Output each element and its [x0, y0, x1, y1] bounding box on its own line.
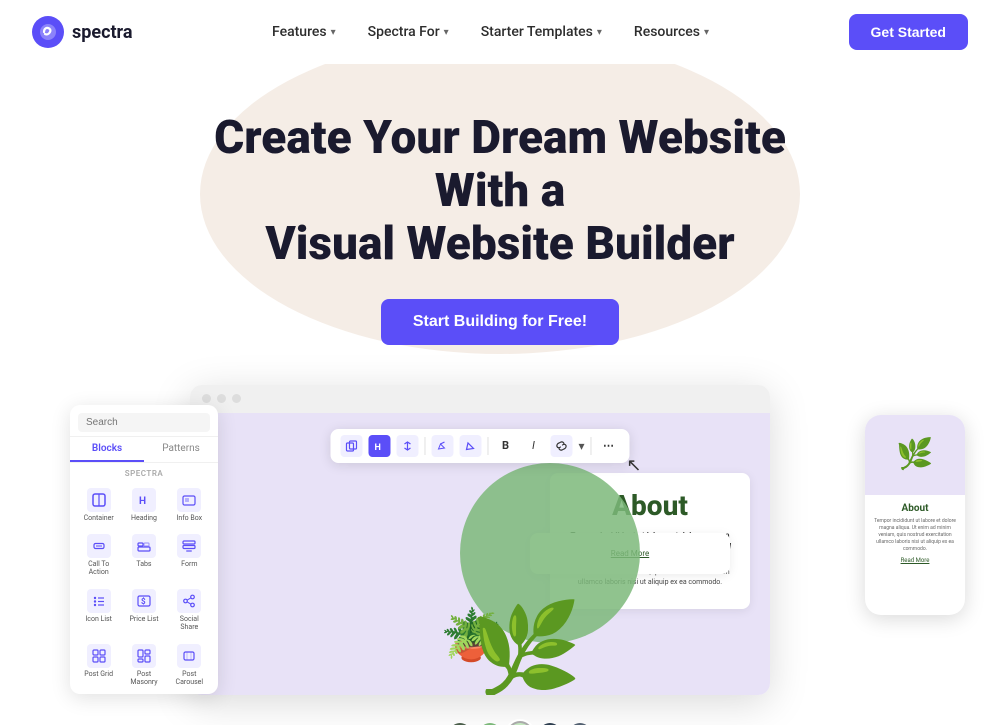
toolbar-edit-icon[interactable]	[459, 435, 481, 457]
swatch-dark-green[interactable]	[449, 723, 471, 725]
panel-search-area: 🔍	[70, 405, 218, 437]
hero-content: Create Your Dream Website With a Visual …	[20, 112, 980, 385]
toolbar-divider	[424, 437, 425, 455]
heading-icon: H	[132, 488, 156, 512]
panel-tabs: Blocks Patterns	[70, 437, 218, 463]
phone-plant-icon: 🌿	[896, 437, 933, 472]
phone-mockup: 🌿 About Tempor incididunt ut labore et d…	[865, 415, 965, 615]
nav-features[interactable]: Features ▾	[260, 16, 348, 48]
swatch-medium-green[interactable]	[479, 723, 501, 725]
panel-item-info-box[interactable]: Info Box	[169, 484, 210, 526]
toolbar-italic-icon[interactable]: I	[522, 435, 544, 457]
hero-section: Create Your Dream Website With a Visual …	[0, 64, 1000, 725]
panel-item-form[interactable]: Form	[169, 530, 210, 581]
toolbar-more-chevron[interactable]: ▾	[578, 439, 584, 453]
browser-dot-yellow	[217, 394, 226, 403]
chevron-down-icon: ▾	[331, 27, 336, 38]
container-icon	[87, 488, 111, 512]
swatch-medium-blue[interactable]	[569, 723, 591, 725]
svg-text:H: H	[139, 496, 146, 507]
cursor-icon: ↖	[626, 455, 641, 476]
blocks-panel: 🔍 Blocks Patterns SPECTRA Container H	[70, 405, 218, 695]
chevron-down-icon: ▾	[704, 27, 709, 38]
get-started-button[interactable]: Get Started	[849, 14, 968, 50]
toolbar-heading-icon[interactable]: H	[368, 435, 390, 457]
toolbar-divider-2	[487, 437, 488, 455]
toolbar-link-icon[interactable]	[550, 435, 572, 457]
toolbar-bold-icon[interactable]: B	[494, 435, 516, 457]
toolbar-more-icon[interactable]: ⋯	[598, 435, 620, 457]
panel-item-price-list[interactable]: $ Price List	[123, 585, 164, 636]
browser-bar	[190, 385, 770, 413]
price-list-icon: $	[132, 589, 156, 613]
hero-title: Create Your Dream Website With a Visual …	[180, 112, 820, 271]
info-box-icon	[177, 488, 201, 512]
browser-dot-green	[232, 394, 241, 403]
navbar: spectra Features ▾ Spectra For ▾ Starter…	[0, 0, 1000, 64]
svg-text:$: $	[141, 597, 146, 606]
form-icon	[177, 534, 201, 558]
phone-content: About Tempor incididunt ut labore et dol…	[865, 495, 965, 572]
chevron-down-icon: ▾	[444, 27, 449, 38]
post-masonry-icon	[132, 644, 156, 668]
toolbar-arrows-icon[interactable]	[396, 435, 418, 457]
browser-content: H B I	[190, 413, 770, 695]
svg-text:H: H	[374, 443, 380, 452]
color-swatches	[449, 723, 591, 725]
nav-starter-templates[interactable]: Starter Templates ▾	[469, 16, 614, 48]
browser-dot-red	[202, 394, 211, 403]
logo-icon	[32, 16, 64, 48]
logo-text: spectra	[72, 22, 133, 43]
editor-toolbar: H B I	[330, 429, 629, 463]
nav-spectra-for[interactable]: Spectra For ▾	[356, 16, 461, 48]
phone-title: About	[873, 503, 957, 514]
tab-patterns[interactable]: Patterns	[144, 437, 218, 462]
tab-blocks[interactable]: Blocks	[70, 437, 144, 462]
post-carousel-icon	[177, 644, 201, 668]
post-grid-icon	[87, 644, 111, 668]
panel-item-social-share[interactable]: Social Share	[169, 585, 210, 636]
browser-mockup: H B I	[190, 385, 770, 695]
phone-read-more[interactable]: Read More	[873, 557, 957, 564]
swatch-dark-blue[interactable]	[539, 723, 561, 725]
logo[interactable]: spectra	[32, 16, 133, 48]
panel-item-cta[interactable]: Call To Action	[78, 530, 119, 581]
tabs-icon	[132, 534, 156, 558]
search-box[interactable]: 🔍	[78, 413, 210, 432]
panel-item-icon-list[interactable]: Icon List	[78, 585, 119, 636]
toolbar-copy-icon[interactable]	[340, 435, 362, 457]
social-share-icon	[177, 589, 201, 613]
demo-area: ++ / / 🔍 Blocks Patterns SPECTRA C	[20, 385, 1000, 725]
panel-item-tabs[interactable]: Tabs	[123, 530, 164, 581]
panel-item-container[interactable]: Container	[78, 484, 119, 526]
nav-links: Features ▾ Spectra For ▾ Starter Templat…	[260, 16, 721, 48]
icon-list-icon	[87, 589, 111, 613]
phone-image-area: 🌿	[865, 415, 965, 495]
panel-item-heading[interactable]: H Heading	[123, 484, 164, 526]
chevron-down-icon: ▾	[597, 27, 602, 38]
cta-icon	[87, 534, 111, 558]
panel-items-grid: Container H Heading Info Box	[70, 480, 218, 695]
swatch-light-green[interactable]	[509, 723, 531, 725]
search-input[interactable]	[86, 417, 218, 428]
panel-section-label: SPECTRA	[70, 463, 218, 480]
toolbar-pencil-icon[interactable]	[431, 435, 453, 457]
phone-text: Tempor incididunt ut labore et dolore ma…	[873, 518, 957, 553]
hero-cta-button[interactable]: Start Building for Free!	[381, 299, 619, 345]
nav-resources[interactable]: Resources ▾	[622, 16, 721, 48]
toolbar-divider-3	[591, 437, 592, 455]
plant-decoration: 🌿	[470, 605, 582, 695]
